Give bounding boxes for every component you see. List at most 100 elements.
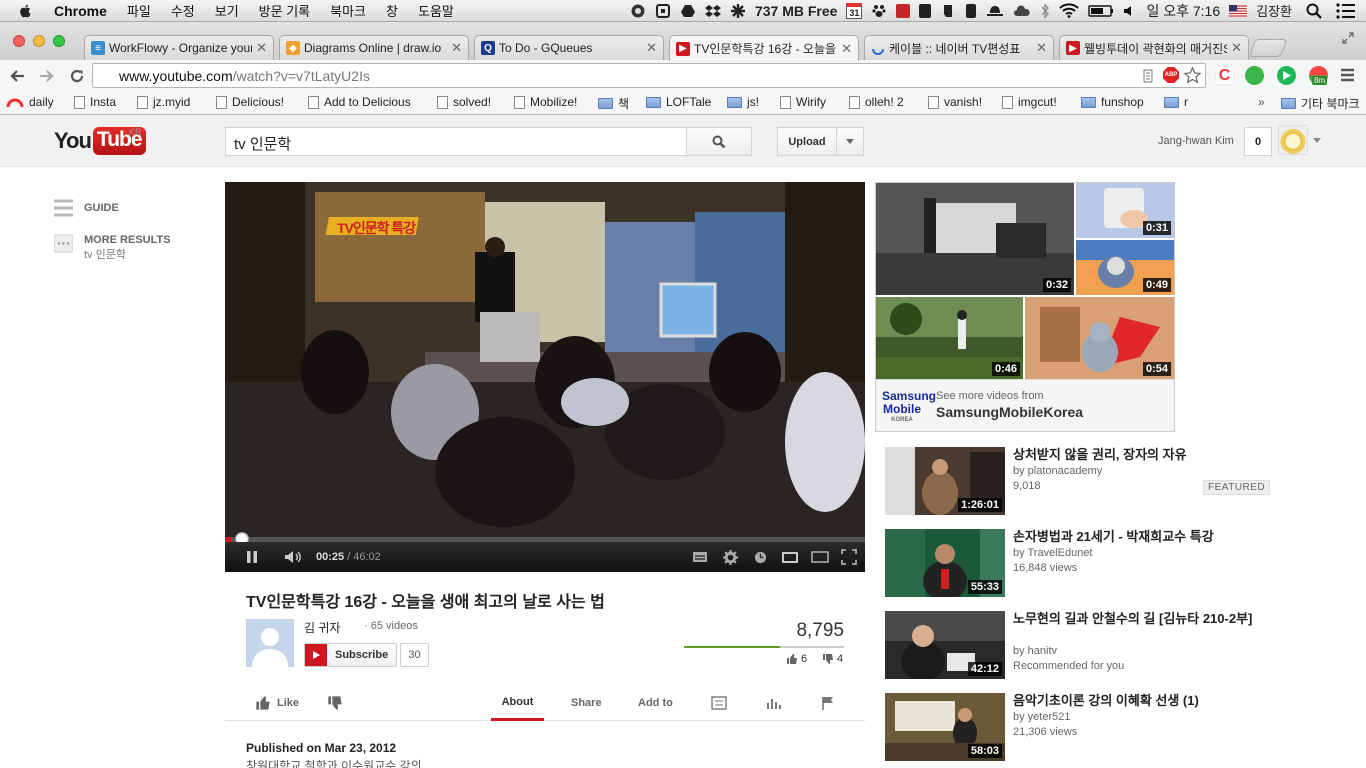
ad-thumbnail[interactable]: 0:49 xyxy=(1076,240,1174,295)
settings-button[interactable] xyxy=(721,542,739,572)
bookmark-delicious[interactable]: Delicious! xyxy=(216,95,284,109)
large-player-button[interactable] xyxy=(809,542,831,572)
bookmark-folder-book[interactable]: 책 xyxy=(598,95,629,112)
adblock-plus-icon[interactable]: ABP xyxy=(1163,67,1179,83)
ad-thumbnail[interactable]: 0:46 xyxy=(876,297,1023,379)
cloud-icon[interactable] xyxy=(1013,4,1031,18)
related-thumbnail[interactable]: 55:33 xyxy=(885,529,1005,597)
youtube-logo[interactable]: You Tube KR xyxy=(54,127,146,155)
ad-channel-bar[interactable]: Samsung Mobile KOREA See more videos from … xyxy=(876,379,1174,431)
tab-workflowy[interactable]: ≡ WorkFlowy - Organize your brain. ✕ xyxy=(84,35,274,60)
upload-button[interactable]: Upload xyxy=(777,127,837,156)
related-thumbnail[interactable]: 58:03 xyxy=(885,693,1005,761)
fullscreen-icon[interactable] xyxy=(1342,32,1354,44)
bookmarks-overflow-chevron[interactable]: » xyxy=(1258,95,1265,109)
related-thumbnail[interactable]: 42:12 xyxy=(885,611,1005,679)
spotlight-search-icon[interactable] xyxy=(1306,3,1322,19)
bookmark-wirify[interactable]: Wirify xyxy=(780,95,826,109)
video-frame[interactable]: TV인문학 특강 xyxy=(225,182,865,537)
bookmark-vanish[interactable]: vanish! xyxy=(928,95,982,109)
skype-icon[interactable] xyxy=(630,3,646,19)
zoom-window-button[interactable] xyxy=(53,35,65,47)
clock[interactable]: 일 오후 7:16 xyxy=(1146,1,1220,21)
channel-name[interactable]: 김 귀자 xyxy=(304,619,340,636)
menu-app-name[interactable]: Chrome xyxy=(54,3,107,19)
menu-history[interactable]: 방문 기록 xyxy=(259,1,310,20)
related-video-item[interactable]: 42:12 노무현의 길과 안철수의 길 [김뉴타 210-2부] by han… xyxy=(885,611,1275,679)
subscribe-button[interactable]: Subscribe xyxy=(304,643,397,667)
google-drive-icon[interactable] xyxy=(680,3,696,19)
pause-button[interactable] xyxy=(242,542,262,572)
close-window-button[interactable] xyxy=(13,35,25,47)
like-button[interactable]: Like xyxy=(255,685,299,721)
close-tab-icon[interactable]: ✕ xyxy=(1231,40,1242,56)
volume-icon[interactable] xyxy=(1123,4,1137,18)
chevron-down-icon[interactable] xyxy=(1313,138,1321,143)
tab-drawio[interactable]: ◆ Diagrams Online | draw.io ✕ xyxy=(279,35,469,60)
menu-edit[interactable]: 수정 xyxy=(171,1,195,20)
search-button[interactable] xyxy=(686,127,752,156)
wifi-icon[interactable] xyxy=(1059,3,1080,18)
related-video-item[interactable]: 58:03 음악기초이론 강의 이혜확 선생 (1) by yeter521 2… xyxy=(885,693,1275,761)
small-player-button[interactable] xyxy=(780,542,800,572)
chrome-menu-icon[interactable] xyxy=(1338,66,1357,85)
upload-dropdown-button[interactable] xyxy=(836,127,864,156)
guide-button[interactable]: GUIDE xyxy=(54,199,119,218)
bookmark-star-icon[interactable] xyxy=(1184,67,1201,84)
dropbox-icon[interactable] xyxy=(704,3,721,19)
more-results-link[interactable]: MORE RESULTS tv 인문학 xyxy=(54,234,171,262)
tab-naver-tv[interactable]: 케이블 :: 네이버 TV편성표 ✕ xyxy=(864,35,1054,60)
bookmark-mobilize[interactable]: Mobilize! xyxy=(514,95,577,109)
bookmark-folder-r[interactable]: r xyxy=(1164,95,1188,109)
related-title[interactable]: 상처받지 않을 권리, 장자의 자유 xyxy=(1013,447,1271,463)
page-action-icon[interactable] xyxy=(1143,69,1153,83)
back-button[interactable] xyxy=(5,64,29,88)
hat-icon[interactable] xyxy=(986,3,1004,19)
close-tab-icon[interactable]: ✕ xyxy=(451,40,462,56)
menu-bookmarks[interactable]: 북마크 xyxy=(330,1,366,20)
bookmark-olleh[interactable]: olleh! 2 xyxy=(849,95,904,109)
ad-thumbnail[interactable]: 0:31 xyxy=(1076,183,1174,238)
close-tab-icon[interactable]: ✕ xyxy=(1036,40,1047,56)
minimize-window-button[interactable] xyxy=(33,35,45,47)
tab-youtube-active[interactable]: ▶ TV인문학특강 16강 - 오늘을 생애 최고의 날로 ✕ xyxy=(669,35,859,61)
tab-share[interactable]: Share xyxy=(571,685,602,721)
evernote-icon[interactable] xyxy=(940,3,956,19)
new-tab-button[interactable] xyxy=(1248,39,1288,57)
paw-icon[interactable] xyxy=(871,3,887,19)
reload-button[interactable] xyxy=(65,64,89,88)
related-title[interactable]: 음악기초이론 강의 이혜확 선생 (1) xyxy=(1013,693,1271,709)
calendar-icon[interactable]: 31 xyxy=(846,2,863,19)
tab-add-to[interactable]: Add to xyxy=(638,685,673,721)
apple-menu-icon[interactable] xyxy=(16,3,36,19)
extension-badge-icon[interactable]: 8m xyxy=(1309,66,1328,85)
volume-button[interactable] xyxy=(282,542,304,572)
extension-feed-icon[interactable] xyxy=(1245,66,1264,85)
close-tab-icon[interactable]: ✕ xyxy=(841,41,852,57)
bookmark-imgcut[interactable]: imgcut! xyxy=(1002,95,1057,109)
related-title[interactable]: 손자병법과 21세기 - 박재희교수 특강 xyxy=(1013,529,1271,545)
report-button[interactable] xyxy=(821,685,835,721)
close-tab-icon[interactable]: ✕ xyxy=(646,40,657,56)
user-name[interactable]: 김장환 xyxy=(1256,1,1292,20)
fullscreen-button[interactable] xyxy=(839,542,859,572)
bookmark-folder-other[interactable]: 기타 북마크 xyxy=(1281,95,1360,112)
related-video-item[interactable]: 55:33 손자병법과 21세기 - 박재희교수 특강 by TravelEdu… xyxy=(885,529,1275,597)
bookmark-jzmyid[interactable]: jz.myid xyxy=(137,95,190,109)
ad-thumbnail[interactable]: 0:54 xyxy=(1025,297,1174,379)
watch-later-button[interactable] xyxy=(752,542,768,572)
search-input[interactable]: tv 인문학 xyxy=(225,127,687,156)
asterisk-icon[interactable] xyxy=(730,3,746,19)
notification-center-icon[interactable] xyxy=(1336,2,1356,19)
memory-status[interactable]: 737 MB Free xyxy=(755,3,837,19)
menu-view[interactable]: 보기 xyxy=(215,1,239,20)
statistics-button[interactable] xyxy=(766,685,782,721)
transcript-button[interactable] xyxy=(711,685,727,721)
menu-file[interactable]: 파일 xyxy=(127,1,151,20)
bluetooth-icon[interactable] xyxy=(1040,2,1050,19)
red-square-icon[interactable] xyxy=(896,3,911,18)
forward-button[interactable] xyxy=(35,64,59,88)
bookmark-folder-js[interactable]: js! xyxy=(727,95,759,109)
us-flag-icon[interactable] xyxy=(1229,4,1248,17)
video-player[interactable]: TV인문학 특강 00:25/ 46:02 xyxy=(225,182,865,572)
